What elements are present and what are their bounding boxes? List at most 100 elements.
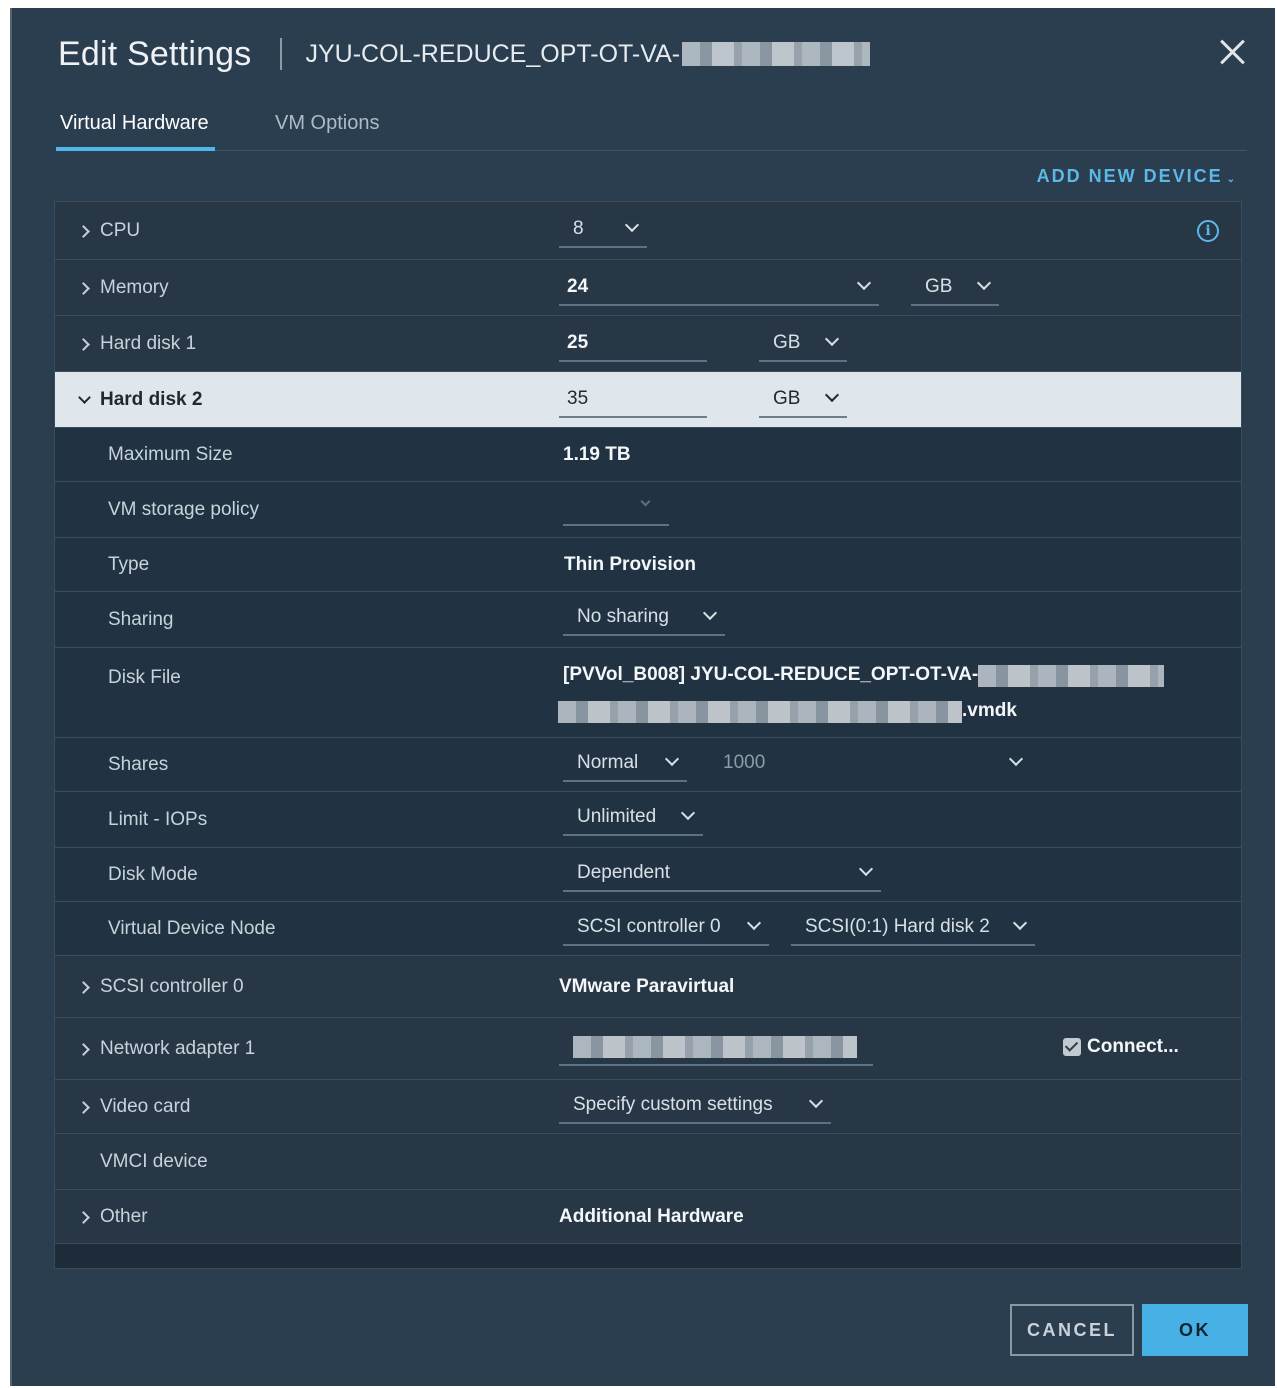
- redacted-text: [558, 700, 962, 723]
- maximum-size-label: Maximum Size: [108, 443, 233, 465]
- sharing-label: Sharing: [108, 608, 174, 630]
- limit-iops-label: Limit - IOPs: [108, 808, 208, 830]
- other-value: Additional Hardware: [559, 1205, 744, 1227]
- chevron-down-icon: [1008, 751, 1024, 767]
- ok-button[interactable]: OK: [1142, 1304, 1248, 1356]
- network-select[interactable]: [559, 1030, 873, 1066]
- connect-checkbox[interactable]: [1063, 1038, 1081, 1056]
- limit-iops-select[interactable]: Unlimited: [563, 800, 703, 836]
- shares-level: Normal: [577, 752, 639, 773]
- chevron-down-icon: [824, 331, 840, 347]
- chevron-down-icon[interactable]: [77, 393, 91, 407]
- close-icon[interactable]: [1219, 38, 1247, 66]
- video-card-label: Video card: [100, 1095, 191, 1117]
- row-vmci-device: VMCI device: [55, 1134, 1241, 1190]
- hard-disk-1-unit: GB: [773, 332, 801, 353]
- disk-mode-value: Dependent: [577, 862, 670, 883]
- tab-vm-options[interactable]: VM Options: [275, 112, 379, 135]
- chevron-right-icon[interactable]: [77, 1042, 91, 1056]
- chevron-down-icon: [624, 217, 640, 233]
- storage-policy-select[interactable]: [563, 490, 669, 526]
- cpu-select[interactable]: 8: [559, 212, 647, 248]
- vmci-device-label: VMCI device: [100, 1150, 208, 1172]
- shares-value-input[interactable]: 1000: [709, 746, 1031, 782]
- video-card-value: Specify custom settings: [573, 1094, 773, 1115]
- row-disk-mode: Disk Mode Dependent: [55, 848, 1241, 902]
- row-network-adapter: Network adapter 1 Connect...: [55, 1018, 1241, 1080]
- title-divider: [279, 38, 282, 70]
- hard-disk-2-label: Hard disk 2: [100, 388, 203, 410]
- shares-value: 1000: [723, 752, 766, 773]
- redacted-text: [573, 1036, 857, 1058]
- cancel-button[interactable]: CANCEL: [1010, 1304, 1134, 1356]
- disk-file-path-line2: .vmdk: [558, 700, 1017, 723]
- memory-unit-select[interactable]: GB: [911, 270, 999, 306]
- hard-disk-1-size-input[interactable]: 25: [559, 326, 707, 362]
- chevron-down-icon: [746, 915, 762, 931]
- chevron-right-icon[interactable]: [77, 980, 91, 994]
- row-scsi-controller: SCSI controller 0 VMware Paravirtual: [55, 956, 1241, 1018]
- hard-disk-1-label: Hard disk 1: [100, 332, 197, 354]
- row-virtual-device-node: Virtual Device Node SCSI controller 0 SC…: [55, 902, 1241, 956]
- row-limit-iops: Limit - IOPs Unlimited: [55, 792, 1241, 848]
- chevron-right-icon[interactable]: [77, 337, 91, 351]
- disk-file-path: [PVVol_B008] JYU-COL-REDUCE_OPT-OT-VA-: [563, 664, 979, 685]
- chevron-right-icon[interactable]: [77, 1100, 91, 1114]
- hard-disk-1-unit-select[interactable]: GB: [759, 326, 847, 362]
- virtual-device-node-label: Virtual Device Node: [108, 917, 276, 939]
- info-icon[interactable]: i: [1197, 219, 1219, 242]
- redacted-text: [682, 42, 871, 66]
- hard-disk-2-unit-select[interactable]: GB: [759, 382, 847, 418]
- chevron-down-icon: [824, 387, 840, 403]
- memory-label: Memory: [100, 276, 169, 298]
- memory-input[interactable]: 24: [559, 270, 879, 306]
- video-card-select[interactable]: Specify custom settings: [559, 1088, 831, 1124]
- sharing-select[interactable]: No sharing: [563, 600, 725, 636]
- chevron-down-icon: [808, 1093, 824, 1109]
- row-video-card: Video card Specify custom settings: [55, 1080, 1241, 1134]
- row-storage-policy: VM storage policy: [55, 482, 1241, 538]
- disk-mode-select[interactable]: Dependent: [563, 856, 881, 892]
- dialog-header: Edit Settings JYU-COL-REDUCE_OPT-OT-VA-: [58, 34, 871, 74]
- row-type: Type Thin Provision: [55, 538, 1241, 592]
- row-sharing: Sharing No sharing: [55, 592, 1241, 648]
- shares-label: Shares: [108, 753, 169, 775]
- controller-value: SCSI controller 0: [577, 916, 721, 937]
- hard-disk-2-size-input[interactable]: 35: [559, 382, 707, 418]
- hardware-table: CPU 8 i Memory 24 GB Hard disk 1 25 GB H…: [54, 201, 1242, 1269]
- cpu-label: CPU: [100, 219, 141, 241]
- chevron-down-icon: [1012, 915, 1028, 931]
- limit-iops-value: Unlimited: [577, 806, 657, 827]
- chevron-right-icon[interactable]: [77, 1210, 91, 1224]
- shares-level-select[interactable]: Normal: [563, 746, 687, 782]
- add-new-device-button[interactable]: ADD NEW DEVICE ⌄: [1037, 166, 1237, 187]
- disk-file-path-line1: [PVVol_B008] JYU-COL-REDUCE_OPT-OT-VA-: [563, 664, 1165, 687]
- memory-value: 24: [567, 276, 589, 297]
- chevron-down-icon: [702, 605, 718, 621]
- chevron-right-icon[interactable]: [77, 281, 91, 295]
- hard-disk-2-size: 35: [567, 388, 589, 409]
- tab-virtual-hardware[interactable]: Virtual Hardware: [56, 112, 215, 151]
- chevron-down-icon: [680, 805, 696, 821]
- cpu-value: 8: [573, 218, 584, 239]
- tab-bar: Virtual Hardware VM Options: [56, 104, 1247, 151]
- hard-disk-1-size: 25: [567, 332, 589, 353]
- chevron-down-icon: [640, 496, 651, 507]
- row-maximum-size: Maximum Size 1.19 TB: [55, 428, 1241, 482]
- device-node-select[interactable]: SCSI(0:1) Hard disk 2: [791, 910, 1035, 946]
- row-disk-file: Disk File [PVVol_B008] JYU-COL-REDUCE_OP…: [55, 648, 1241, 738]
- row-hard-disk-1: Hard disk 1 25 GB: [55, 316, 1241, 372]
- row-hard-disk-2: Hard disk 2 35 GB: [55, 372, 1241, 428]
- sharing-value: No sharing: [577, 606, 669, 627]
- chevron-down-icon: [858, 861, 874, 877]
- storage-policy-label: VM storage policy: [108, 498, 260, 520]
- dialog-title: Edit Settings: [58, 34, 252, 73]
- row-cpu: CPU 8 i: [55, 202, 1241, 260]
- type-value: Thin Provision: [564, 553, 696, 575]
- network-adapter-label: Network adapter 1: [100, 1037, 256, 1059]
- row-other: Other Additional Hardware: [55, 1190, 1241, 1244]
- chevron-down-icon: [856, 275, 872, 291]
- controller-select[interactable]: SCSI controller 0: [563, 910, 769, 946]
- chevron-down-icon: [976, 275, 992, 291]
- chevron-right-icon[interactable]: [77, 224, 91, 238]
